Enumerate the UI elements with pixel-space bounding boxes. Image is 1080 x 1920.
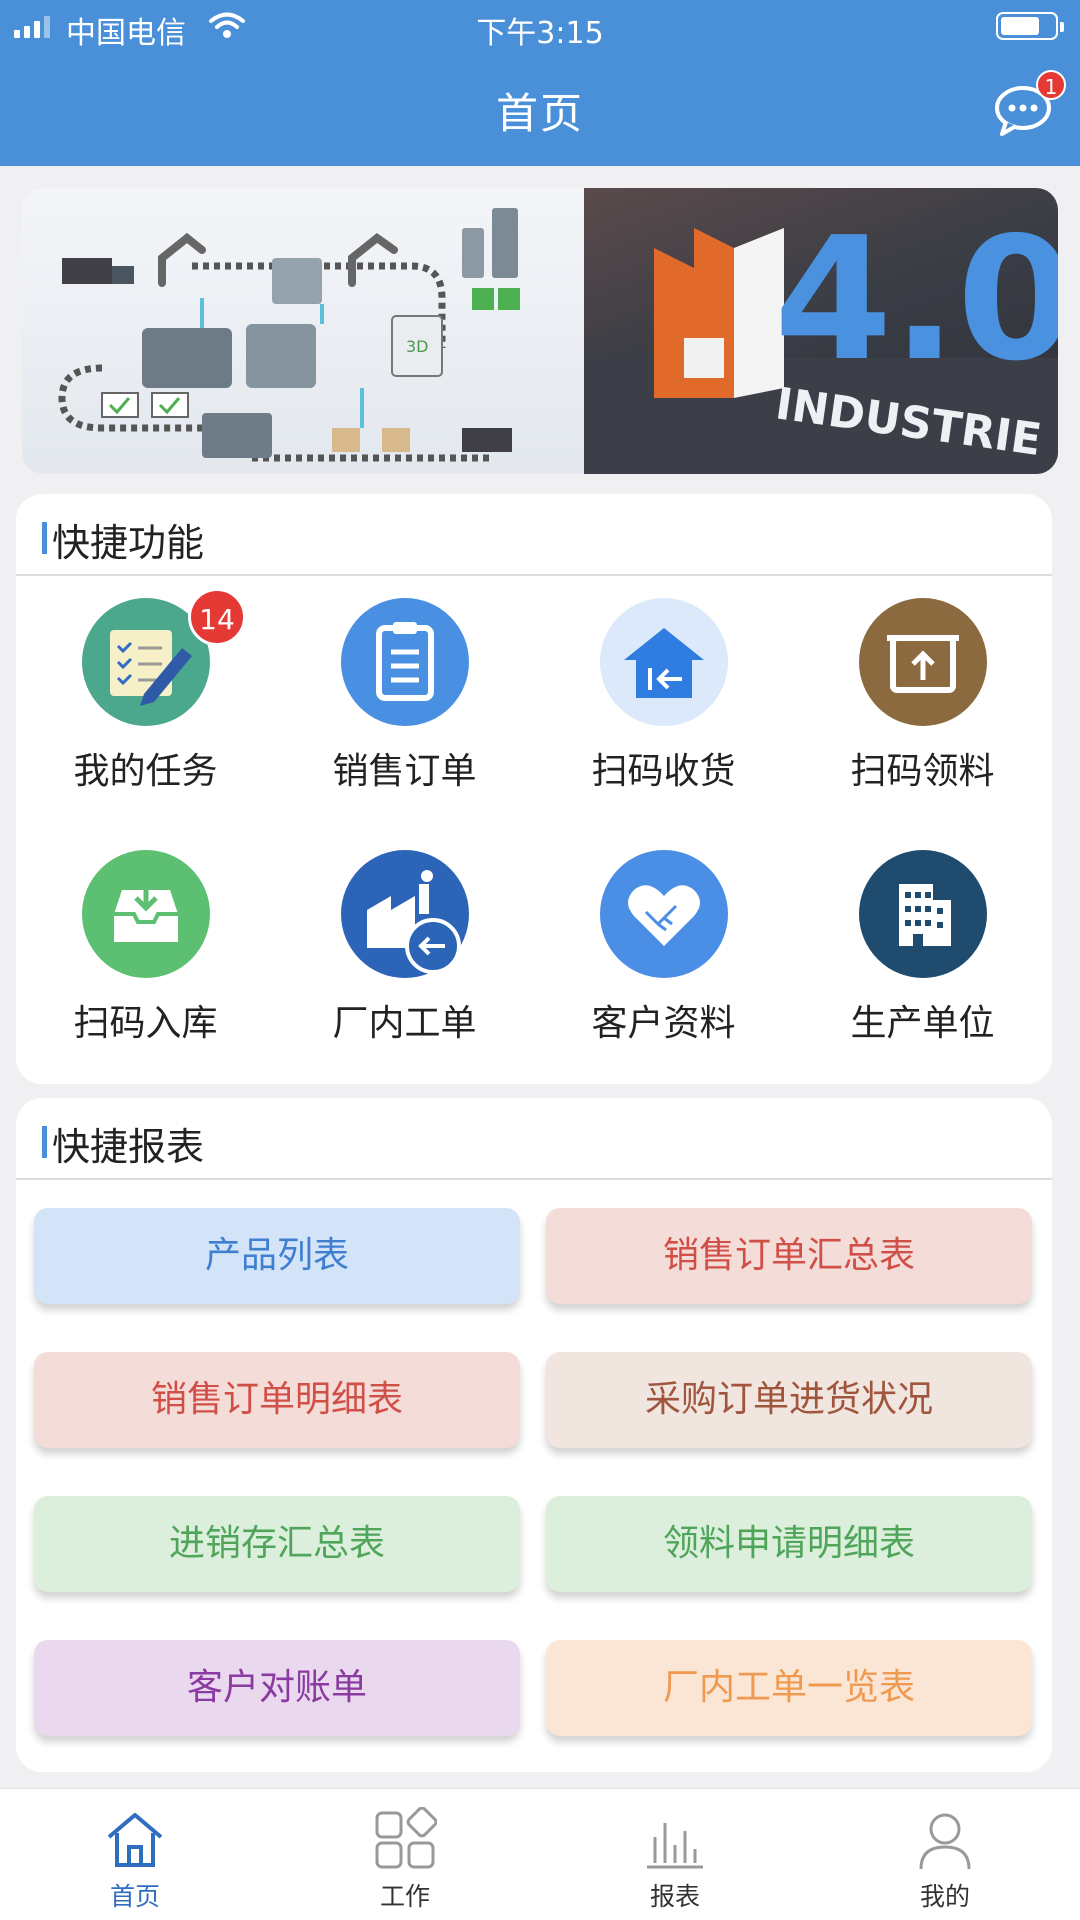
tab-reports[interactable]: 报表	[540, 1789, 810, 1920]
task-count-badge: 14	[188, 588, 246, 646]
top-bar: 中国电信 下午3:15 首页 1	[0, 0, 1080, 166]
quick-item-label: 扫码入库	[73, 1003, 218, 1044]
report-requisition-detail-button[interactable]: 领料申请明细表	[546, 1496, 1032, 1592]
report-inventory-summary-button[interactable]: 进销存汇总表	[34, 1496, 520, 1592]
handshake-heart-icon	[600, 850, 728, 978]
receive-home-icon	[600, 598, 728, 726]
quick-item-scan-receive[interactable]: 扫码收货	[534, 578, 793, 818]
bar-chart-icon	[647, 1823, 703, 1869]
quick-item-label: 厂内工单	[332, 1003, 477, 1044]
inbox-download-icon	[82, 850, 210, 978]
quick-item-label: 扫码收货	[591, 751, 736, 792]
status-time: 下午3:15	[476, 16, 604, 51]
apps-icon	[375, 1807, 437, 1869]
tab-work[interactable]: 工作	[270, 1789, 540, 1920]
banner-factory-illustration: 3D	[22, 188, 584, 474]
tab-label: 报表	[649, 1882, 700, 1911]
report-purchase-status-button[interactable]: 采购订单进货状况	[546, 1352, 1032, 1448]
report-workorder-overview-button[interactable]: 厂内工单一览表	[546, 1640, 1032, 1736]
svg-text:4.0: 4.0	[774, 201, 1058, 399]
quick-reports-card: 快捷报表 产品列表 销售订单汇总表 销售订单明细表 采购订单进货状况 进销存汇总…	[16, 1098, 1052, 1772]
report-product-list-button[interactable]: 产品列表	[34, 1208, 520, 1304]
building-icon	[859, 850, 987, 978]
home-icon	[107, 1813, 163, 1867]
quick-item-label: 我的任务	[73, 751, 218, 792]
section-marker	[42, 522, 47, 554]
report-sales-detail-button[interactable]: 销售订单明细表	[34, 1352, 520, 1448]
tab-label: 工作	[379, 1882, 430, 1911]
tab-mine[interactable]: 我的	[810, 1789, 1080, 1920]
quick-item-sales-order[interactable]: 销售订单	[275, 578, 534, 818]
quick-item-scan-stock-in[interactable]: 扫码入库	[16, 830, 275, 1070]
quick-item-production-unit[interactable]: 生产单位	[793, 830, 1052, 1070]
section-title: 快捷报表	[52, 1125, 205, 1169]
message-badge: 1	[1036, 70, 1066, 100]
quick-item-scan-requisition[interactable]: 扫码领料	[793, 578, 1052, 818]
person-icon	[919, 1813, 971, 1870]
section-marker	[42, 1126, 47, 1158]
quick-item-label: 客户资料	[591, 1003, 736, 1044]
section-title: 快捷功能	[52, 521, 205, 565]
quick-functions-header: 快捷功能	[16, 494, 1052, 576]
tab-home[interactable]: 首页	[0, 1789, 270, 1920]
banner-industrie-photo: 4.0 INDUSTRIE	[584, 188, 1058, 474]
factory-return-icon	[341, 850, 469, 978]
quick-item-customer-info[interactable]: 客户资料	[534, 830, 793, 1070]
svg-text:3D: 3D	[406, 337, 429, 356]
tab-label: 首页	[109, 1882, 160, 1911]
banner-carousel[interactable]: 3D 4.0 INDUSTRIE	[22, 188, 1058, 474]
quick-item-label: 销售订单	[332, 751, 477, 792]
quick-reports-header: 快捷报表	[16, 1098, 1052, 1180]
clipboard-icon	[341, 598, 469, 726]
bottom-tab-bar: 首页 工作 报表 我的	[0, 1788, 1080, 1920]
report-customer-statement-button[interactable]: 客户对账单	[34, 1640, 520, 1736]
box-upload-icon	[859, 598, 987, 726]
quick-item-my-tasks[interactable]: 14 我的任务	[16, 578, 275, 818]
battery-icon	[996, 12, 1064, 40]
quick-functions-card: 快捷功能 14 我的任务 销售订单 扫码收货 扫码领料 扫码入库 厂内工单 客户…	[16, 494, 1052, 1084]
status-bar: 中国电信 下午3:15	[0, 0, 1080, 54]
quick-item-label: 扫码领料	[850, 751, 995, 792]
quick-item-factory-workorder[interactable]: 厂内工单	[275, 830, 534, 1070]
tab-label: 我的	[919, 1882, 970, 1911]
page-title: 首页	[495, 89, 584, 138]
quick-item-label: 生产单位	[850, 1003, 995, 1044]
report-sales-summary-button[interactable]: 销售订单汇总表	[546, 1208, 1032, 1304]
